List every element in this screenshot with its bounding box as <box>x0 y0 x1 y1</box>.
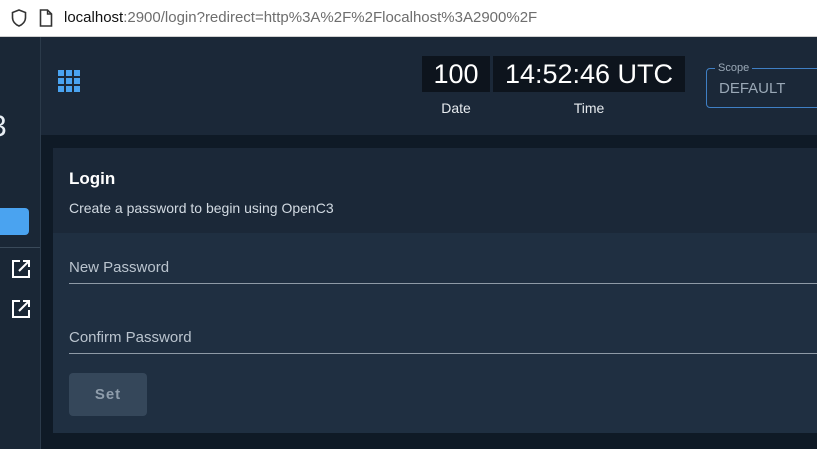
browser-address-bar[interactable]: localhost:2900/login?redirect=http%3A%2F… <box>0 0 817 37</box>
external-link-icon[interactable] <box>11 259 31 279</box>
url-host: localhost <box>64 9 124 26</box>
time-value: 14:52:46 UTC <box>493 56 685 92</box>
scope-label: Scope <box>715 61 753 75</box>
new-password-input[interactable] <box>69 253 809 281</box>
set-button[interactable]: Set <box>69 373 147 416</box>
app-logo: 3 <box>0 110 7 144</box>
top-app-bar: 100 14:52:46 UTC Date Time Scope DEFAULT <box>41 37 817 135</box>
login-subtitle: Create a password to begin using OpenC3 <box>69 200 334 216</box>
date-label: Date <box>441 100 471 116</box>
login-card: Login Create a password to begin using O… <box>53 148 817 433</box>
external-link-icon[interactable] <box>11 299 31 319</box>
nav-item-active[interactable] <box>0 208 29 235</box>
url-path: :2900/login?redirect=http%3A%2F%2Flocalh… <box>123 9 538 26</box>
new-password-field[interactable] <box>69 253 817 284</box>
login-card-header: Login Create a password to begin using O… <box>53 148 817 233</box>
app-root: 3 100 14:52:46 UTC Date Time <box>0 37 817 449</box>
shield-icon <box>11 9 27 27</box>
scope-select[interactable]: Scope DEFAULT <box>706 61 817 108</box>
url-text[interactable]: localhost:2900/login?redirect=http%3A%2F… <box>64 9 537 27</box>
confirm-password-input[interactable] <box>69 323 809 351</box>
login-title: Login <box>69 169 116 188</box>
date-value: 100 <box>422 56 490 92</box>
nav-divider <box>0 247 40 248</box>
scope-value: DEFAULT <box>719 80 786 97</box>
page-icon <box>39 9 53 27</box>
confirm-password-field[interactable] <box>69 323 817 354</box>
time-label: Time <box>573 100 605 116</box>
left-navigation: 3 <box>0 37 41 449</box>
apps-icon[interactable] <box>58 70 80 92</box>
